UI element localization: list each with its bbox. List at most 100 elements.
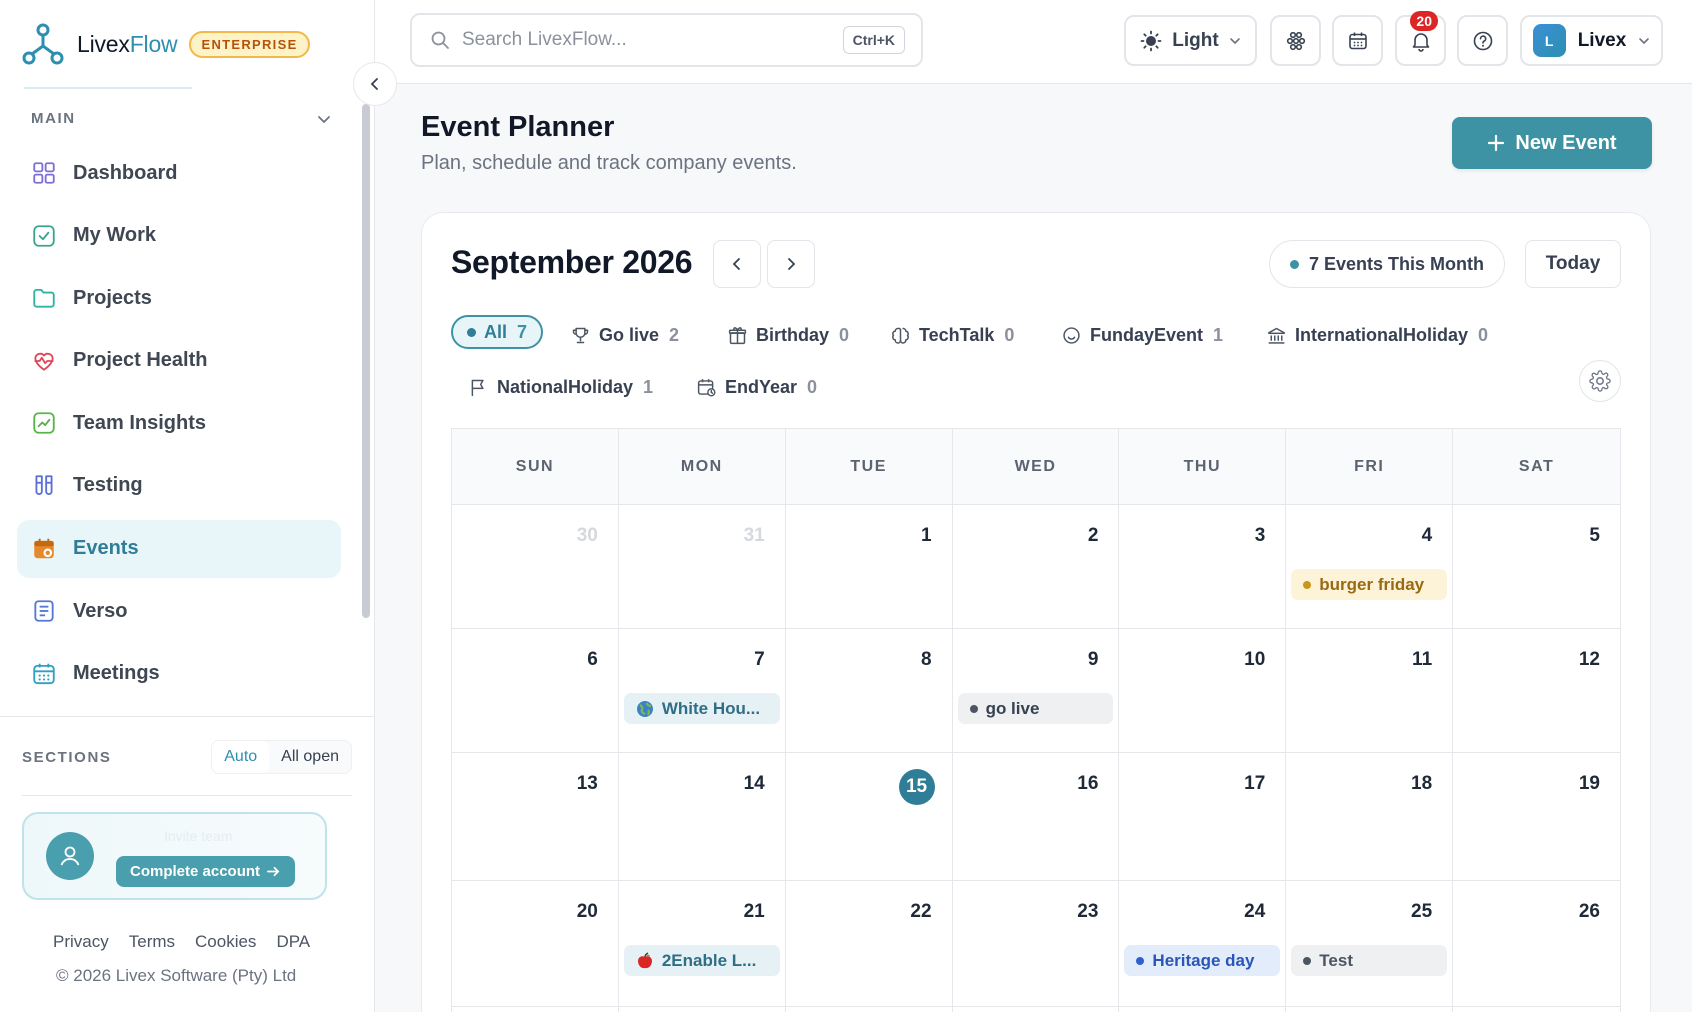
sidebar-item-dashboard[interactable]: Dashboard bbox=[17, 144, 341, 202]
user-name: Livex bbox=[1577, 29, 1627, 51]
previous-month-button[interactable] bbox=[713, 240, 761, 288]
day-cell[interactable]: 11 bbox=[1286, 629, 1454, 752]
filter-endyear[interactable]: EndYear 0 bbox=[696, 370, 817, 404]
plus-icon bbox=[1488, 134, 1505, 152]
day-number: 11 bbox=[1412, 649, 1433, 670]
notifications-button[interactable]: 20 bbox=[1395, 11, 1446, 66]
cookies-link[interactable]: Cookies bbox=[195, 932, 256, 952]
day-cell[interactable]: 7 White Hou... bbox=[619, 629, 786, 752]
brand[interactable]: LivexFlow ENTERPRISE bbox=[22, 22, 310, 66]
day-number: 4 bbox=[1421, 525, 1433, 546]
day-cell[interactable]: 1 bbox=[786, 505, 953, 628]
sidebar-item-verso[interactable]: Verso bbox=[17, 582, 341, 640]
day-cell[interactable]: 17 bbox=[1119, 753, 1287, 880]
event-chip[interactable]: go live bbox=[957, 693, 1114, 724]
day-cell[interactable] bbox=[786, 1007, 953, 1012]
filter-all[interactable]: All 7 bbox=[451, 315, 544, 349]
sidebar-item-label: My Work bbox=[73, 224, 156, 247]
filter-icon bbox=[570, 325, 591, 346]
sidebar-item-team-insights[interactable]: Team Insights bbox=[17, 394, 341, 452]
user-menu-button[interactable]: L Livex bbox=[1520, 15, 1663, 66]
terms-link[interactable]: Terms bbox=[129, 932, 175, 952]
calendar-settings-button[interactable] bbox=[1579, 360, 1621, 402]
event-chip[interactable]: Heritage day bbox=[1124, 945, 1281, 976]
sidebar-item-meetings[interactable]: Meetings bbox=[17, 645, 341, 703]
sections-auto-option[interactable]: Auto bbox=[212, 741, 270, 773]
divider bbox=[0, 716, 375, 717]
filter-label: FundayEvent bbox=[1090, 324, 1204, 345]
day-cell[interactable]: 21 2Enable L... bbox=[619, 881, 786, 1006]
day-cell[interactable]: 14 bbox=[619, 753, 786, 880]
today-button[interactable]: Today bbox=[1525, 240, 1621, 288]
day-cell[interactable]: 9 go live bbox=[953, 629, 1120, 752]
filter-nationalholiday[interactable]: NationalHoliday 1 bbox=[468, 370, 653, 404]
day-cell[interactable] bbox=[619, 1007, 786, 1012]
collapse-sidebar-button[interactable] bbox=[353, 62, 397, 106]
day-cell[interactable]: 30 bbox=[452, 505, 619, 628]
day-cell[interactable] bbox=[1119, 1007, 1287, 1012]
sidebar-item-events[interactable]: Events bbox=[17, 519, 341, 578]
privacy-link[interactable]: Privacy bbox=[53, 932, 109, 952]
day-cell[interactable]: 8 bbox=[786, 629, 953, 752]
enterprise-badge: ENTERPRISE bbox=[189, 30, 310, 58]
sections-all-open-option[interactable]: All open bbox=[269, 741, 351, 773]
day-cell[interactable] bbox=[1453, 1007, 1620, 1012]
day-cell[interactable]: 12 bbox=[1453, 629, 1620, 752]
day-cell[interactable]: 22 bbox=[786, 881, 953, 1006]
filter-techtalk[interactable]: TechTalk 0 bbox=[890, 318, 1014, 352]
day-cell[interactable]: 25 Test bbox=[1286, 881, 1454, 1006]
event-chip[interactable]: Test bbox=[1291, 945, 1448, 976]
event-label: White Hou... bbox=[661, 698, 761, 718]
filter-label: Go live bbox=[599, 324, 660, 345]
day-cell[interactable]: 3 bbox=[1119, 505, 1287, 628]
filter-fundayevent[interactable]: FundayEvent 1 bbox=[1061, 318, 1223, 352]
filter-go-live[interactable]: Go live 2 bbox=[570, 318, 679, 352]
day-cell[interactable]: 4 burger friday bbox=[1286, 505, 1454, 628]
sidebar-item-projects[interactable]: Projects bbox=[17, 269, 341, 327]
complete-account-button[interactable]: Complete account bbox=[116, 856, 296, 887]
day-cell[interactable]: 19 bbox=[1453, 753, 1620, 880]
day-cell[interactable]: 24 Heritage day bbox=[1119, 881, 1287, 1006]
sidebar-item-my-work[interactable]: My Work bbox=[17, 207, 341, 265]
day-cell[interactable]: 16 bbox=[953, 753, 1120, 880]
day-cell[interactable] bbox=[1286, 1007, 1454, 1012]
filter-icon bbox=[1266, 325, 1287, 346]
calendar-star-icon bbox=[34, 538, 54, 558]
day-cell[interactable]: 15 bbox=[786, 753, 953, 880]
sidebar-item-testing[interactable]: Testing bbox=[17, 457, 341, 515]
help-button[interactable] bbox=[1457, 15, 1508, 66]
main-section-header[interactable]: MAIN bbox=[31, 110, 331, 127]
calendar-button[interactable] bbox=[1332, 15, 1383, 66]
dpa-link[interactable]: DPA bbox=[276, 932, 310, 952]
complete-account-label: Complete account bbox=[130, 863, 261, 880]
new-event-button[interactable]: New Event bbox=[1452, 117, 1652, 169]
day-cell[interactable]: 18 bbox=[1286, 753, 1454, 880]
event-chip[interactable]: 2Enable L... bbox=[623, 945, 780, 976]
day-cell[interactable]: 23 bbox=[953, 881, 1120, 1006]
chevron-down-icon bbox=[318, 115, 330, 123]
sidebar-item-label: Project Health bbox=[73, 349, 208, 372]
filter-internationalholiday[interactable]: InternationalHoliday 0 bbox=[1266, 318, 1488, 352]
test-tubes-icon bbox=[35, 475, 53, 495]
sidebar-item-project-health[interactable]: Project Health bbox=[17, 332, 341, 390]
theme-toggle-button[interactable]: Light bbox=[1124, 15, 1257, 66]
next-month-button[interactable] bbox=[767, 240, 815, 288]
day-cell[interactable]: 31 bbox=[619, 505, 786, 628]
day-cell[interactable]: 6 bbox=[452, 629, 619, 752]
search-input[interactable] bbox=[462, 29, 832, 51]
trend-chart-icon bbox=[33, 412, 55, 435]
day-cell[interactable]: 20 bbox=[452, 881, 619, 1006]
filter-birthday[interactable]: Birthday 0 bbox=[727, 318, 849, 352]
sidebar-scrollbar[interactable] bbox=[362, 104, 370, 618]
day-cell[interactable]: 26 bbox=[1453, 881, 1620, 1006]
event-chip[interactable]: White Hou... bbox=[623, 693, 780, 724]
day-cell[interactable]: 2 bbox=[953, 505, 1120, 628]
day-cell[interactable] bbox=[452, 1007, 619, 1012]
day-cell[interactable]: 5 bbox=[1453, 505, 1620, 628]
day-cell[interactable]: 10 bbox=[1119, 629, 1287, 752]
apps-button[interactable] bbox=[1270, 15, 1321, 66]
day-cell[interactable]: 13 bbox=[452, 753, 619, 880]
sidebar-item-icon bbox=[31, 536, 57, 562]
event-chip[interactable]: burger friday bbox=[1291, 569, 1448, 600]
day-cell[interactable] bbox=[953, 1007, 1120, 1012]
